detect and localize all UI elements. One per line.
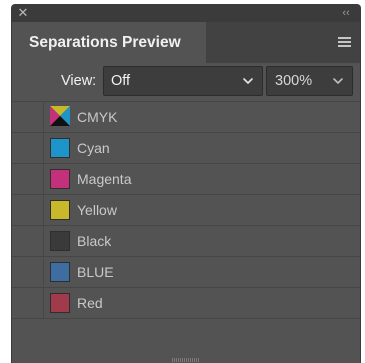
list-item[interactable]: Black — [12, 226, 360, 257]
resize-grip[interactable] — [172, 358, 200, 362]
color-swatch — [50, 262, 70, 282]
visibility-toggle[interactable] — [12, 288, 44, 318]
visibility-toggle[interactable] — [12, 133, 44, 163]
visibility-toggle[interactable] — [12, 257, 44, 287]
view-label: View: — [61, 73, 97, 89]
separation-name: Cyan — [77, 140, 110, 156]
collapse-panel-button[interactable]: ‹‹ — [338, 6, 354, 20]
visibility-toggle[interactable] — [12, 226, 44, 256]
chevron-down-icon — [333, 78, 343, 84]
list-item[interactable]: CMYK — [12, 101, 360, 133]
separation-name: Black — [77, 233, 112, 249]
double-chevron-left-icon: ‹‹ — [342, 7, 350, 19]
close-button[interactable]: ✕ — [17, 6, 29, 20]
separation-name: CMYK — [77, 109, 118, 125]
visibility-toggle[interactable] — [12, 164, 44, 194]
list-item[interactable]: BLUE — [12, 257, 360, 288]
separation-name: Yellow — [77, 202, 117, 218]
zoom-dropdown[interactable]: 300% — [266, 66, 353, 96]
separations-preview-panel: ✕ ‹‹ Separations Preview View: Off 300% — [12, 5, 360, 363]
separation-name: Magenta — [77, 171, 132, 187]
color-swatch — [50, 138, 70, 158]
panel-menu-button[interactable] — [338, 37, 351, 47]
chevron-down-icon — [243, 78, 253, 84]
visibility-toggle[interactable] — [12, 195, 44, 225]
view-mode-dropdown[interactable]: Off — [103, 66, 263, 96]
close-icon: ✕ — [17, 5, 29, 20]
tab-separations-preview[interactable]: Separations Preview — [12, 22, 206, 63]
panel-tab-strip: Separations Preview — [12, 22, 360, 63]
color-swatch — [50, 231, 70, 251]
separation-name: Red — [77, 295, 103, 311]
panel-title: Separations Preview — [29, 34, 181, 51]
separation-name: BLUE — [77, 264, 114, 280]
color-swatch — [50, 169, 70, 189]
color-swatch — [50, 200, 70, 220]
view-controls: View: Off 300% — [12, 63, 360, 99]
zoom-value: 300% — [275, 73, 313, 89]
view-mode-value: Off — [111, 73, 131, 89]
list-item[interactable]: Cyan — [12, 133, 360, 164]
list-item[interactable]: Yellow — [12, 195, 360, 226]
list-item[interactable]: Magenta — [12, 164, 360, 195]
list-item[interactable]: Red — [12, 288, 360, 319]
visibility-toggle[interactable] — [12, 102, 44, 132]
separations-list: CMYK Cyan Magenta Yellow Black BLUE Red — [12, 101, 360, 319]
hamburger-menu-icon — [338, 37, 351, 47]
panel-titlebar: ✕ ‹‹ — [12, 5, 360, 22]
cmyk-composite-icon — [50, 106, 70, 126]
color-swatch — [50, 293, 70, 313]
